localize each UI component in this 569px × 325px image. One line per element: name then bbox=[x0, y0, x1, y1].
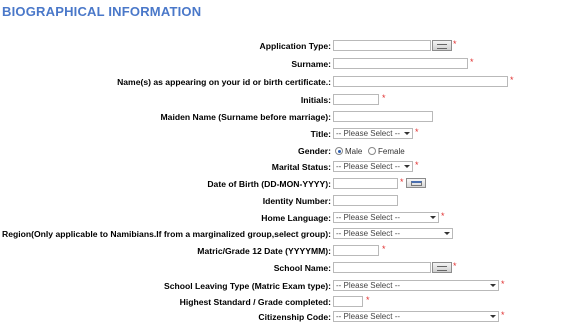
maiden-name-label: Maiden Name (Surname before marriage): bbox=[160, 112, 332, 122]
row-highest-standard: Highest Standard / Grade completed: * bbox=[0, 295, 569, 310]
maiden-name-field[interactable] bbox=[333, 111, 433, 122]
gender-female-label: Female bbox=[378, 147, 405, 156]
region-select[interactable]: -- Please Select -- bbox=[333, 228, 453, 239]
required-marker: * bbox=[400, 177, 404, 187]
highest-standard-label: Highest Standard / Grade completed: bbox=[179, 297, 331, 307]
row-title: Title: -- Please Select -- * bbox=[0, 127, 569, 142]
row-application-type: Application Type: * bbox=[0, 39, 569, 54]
surname-field[interactable] bbox=[333, 58, 468, 69]
marital-status-label: Marital Status: bbox=[271, 162, 331, 172]
dropdown-caret-icon bbox=[490, 315, 496, 318]
gender-female-radio[interactable] bbox=[368, 147, 376, 155]
title-selected-value: -- Please Select -- bbox=[336, 129, 401, 138]
gender-male-label: Male bbox=[345, 147, 363, 156]
row-names: Name(s) as appearing on your id or birth… bbox=[0, 75, 569, 90]
marital-status-select[interactable]: -- Please Select -- bbox=[333, 161, 413, 172]
region-label: Region(Only applicable to Namibians.If f… bbox=[2, 229, 331, 239]
highest-standard-field[interactable] bbox=[333, 296, 363, 307]
row-identity-number: Identity Number: bbox=[0, 195, 569, 209]
home-language-selected-value: -- Please Select -- bbox=[336, 213, 401, 222]
row-matric-date: Matric/Grade 12 Date (YYYYMM): * bbox=[0, 244, 569, 259]
matric-date-label: Matric/Grade 12 Date (YYYYMM): bbox=[197, 246, 331, 256]
required-marker: * bbox=[510, 75, 514, 85]
lookup-button-icon[interactable] bbox=[432, 40, 452, 51]
required-marker: * bbox=[470, 57, 474, 67]
calendar-icon[interactable] bbox=[406, 178, 426, 188]
required-marker: * bbox=[501, 279, 505, 289]
application-type-field[interactable] bbox=[333, 40, 431, 51]
dropdown-caret-icon bbox=[490, 284, 496, 287]
citizenship-code-selected-value: -- Please Select -- bbox=[336, 312, 401, 321]
row-school-leaving-type: School Leaving Type (Matric Exam type): … bbox=[0, 279, 569, 294]
required-marker: * bbox=[441, 211, 445, 221]
row-home-language: Home Language: -- Please Select -- * bbox=[0, 211, 569, 226]
initials-field[interactable] bbox=[333, 94, 379, 105]
row-region: Region(Only applicable to Namibians.If f… bbox=[0, 228, 569, 242]
school-leaving-type-label: School Leaving Type (Matric Exam type): bbox=[164, 281, 331, 291]
surname-label: Surname: bbox=[291, 59, 331, 69]
required-marker: * bbox=[415, 160, 419, 170]
row-initials: Initials: * bbox=[0, 93, 569, 108]
school-leaving-type-select[interactable]: -- Please Select -- bbox=[333, 280, 499, 291]
row-surname: Surname: * bbox=[0, 57, 569, 72]
home-language-select[interactable]: -- Please Select -- bbox=[333, 212, 439, 223]
dropdown-caret-icon bbox=[430, 216, 436, 219]
row-date-of-birth: Date of Birth (DD-MON-YYYY): * bbox=[0, 177, 569, 192]
dropdown-caret-icon bbox=[404, 165, 410, 168]
row-gender: Gender: Male Female bbox=[0, 145, 569, 159]
names-field[interactable] bbox=[333, 76, 508, 87]
required-marker: * bbox=[382, 244, 386, 254]
citizenship-code-select[interactable]: -- Please Select -- bbox=[333, 311, 499, 322]
section-title: BIOGRAPHICAL INFORMATION bbox=[2, 4, 202, 19]
school-name-field[interactable] bbox=[333, 262, 431, 273]
dropdown-caret-icon bbox=[444, 232, 450, 235]
required-marker: * bbox=[382, 93, 386, 103]
school-name-label: School Name: bbox=[273, 263, 331, 273]
identity-number-label: Identity Number: bbox=[262, 196, 331, 206]
required-marker: * bbox=[415, 127, 419, 137]
lookup-button-icon[interactable] bbox=[432, 262, 452, 273]
home-language-label: Home Language: bbox=[261, 213, 331, 223]
gender-label: Gender: bbox=[298, 146, 331, 156]
marital-status-selected-value: -- Please Select -- bbox=[336, 162, 401, 171]
required-marker: * bbox=[453, 261, 457, 271]
region-selected-value: -- Please Select -- bbox=[336, 229, 401, 238]
gender-male-radio[interactable] bbox=[335, 147, 343, 155]
row-marital-status: Marital Status: -- Please Select -- * bbox=[0, 160, 569, 175]
date-of-birth-label: Date of Birth (DD-MON-YYYY): bbox=[207, 179, 331, 189]
title-label: Title: bbox=[310, 129, 331, 139]
required-marker: * bbox=[501, 310, 505, 320]
row-school-name: School Name: * bbox=[0, 261, 569, 276]
dropdown-caret-icon bbox=[404, 132, 410, 135]
row-citizenship-code: Citizenship Code: -- Please Select -- * bbox=[0, 310, 569, 325]
initials-label: Initials: bbox=[300, 95, 331, 105]
date-of-birth-field[interactable] bbox=[333, 178, 398, 189]
required-marker: * bbox=[366, 295, 370, 305]
matric-date-field[interactable] bbox=[333, 245, 379, 256]
application-type-label: Application Type: bbox=[259, 41, 331, 51]
names-label: Name(s) as appearing on your id or birth… bbox=[117, 77, 331, 87]
row-maiden-name: Maiden Name (Surname before marriage): bbox=[0, 111, 569, 125]
title-select[interactable]: -- Please Select -- bbox=[333, 128, 413, 139]
identity-number-field[interactable] bbox=[333, 195, 398, 206]
required-marker: * bbox=[453, 39, 457, 49]
school-leaving-type-selected-value: -- Please Select -- bbox=[336, 281, 401, 290]
citizenship-code-label: Citizenship Code: bbox=[258, 312, 331, 322]
